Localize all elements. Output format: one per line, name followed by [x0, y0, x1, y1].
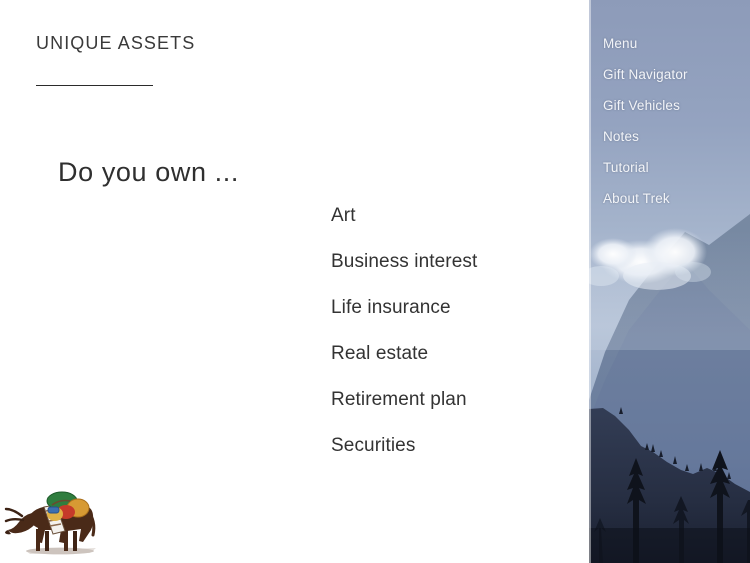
sidebar-item-tutorial[interactable]: Tutorial [589, 152, 750, 183]
app-root: UNIQUE ASSETS Do you own ... Art Busines… [0, 0, 750, 563]
sidebar-item-gift-vehicles[interactable]: Gift Vehicles [589, 90, 750, 121]
unique-assets-list: Art Business interest Life insurance Rea… [331, 203, 477, 479]
main-content: UNIQUE ASSETS Do you own ... Art Busines… [0, 0, 589, 563]
sidebar: Menu Gift Navigator Gift Vehicles Notes … [589, 0, 750, 563]
list-item[interactable]: Business interest [331, 249, 477, 295]
sidebar-item-menu[interactable]: Menu [589, 28, 750, 59]
sidebar-menu: Menu Gift Navigator Gift Vehicles Notes … [589, 0, 750, 214]
sidebar-item-about-trek[interactable]: About Trek [589, 183, 750, 214]
title-divider [36, 85, 153, 86]
pack-animal-logo [4, 481, 114, 559]
list-item[interactable]: Retirement plan [331, 387, 477, 433]
list-item[interactable]: Securities [331, 433, 477, 479]
list-item[interactable]: Art [331, 203, 477, 249]
prompt-question: Do you own ... [58, 157, 239, 187]
list-item[interactable]: Real estate [331, 341, 477, 387]
sidebar-item-notes[interactable]: Notes [589, 121, 750, 152]
menu-top-spacer [589, 0, 750, 28]
page-title: UNIQUE ASSETS [36, 33, 196, 53]
list-item[interactable]: Life insurance [331, 295, 477, 341]
sidebar-item-gift-navigator[interactable]: Gift Navigator [589, 59, 750, 90]
